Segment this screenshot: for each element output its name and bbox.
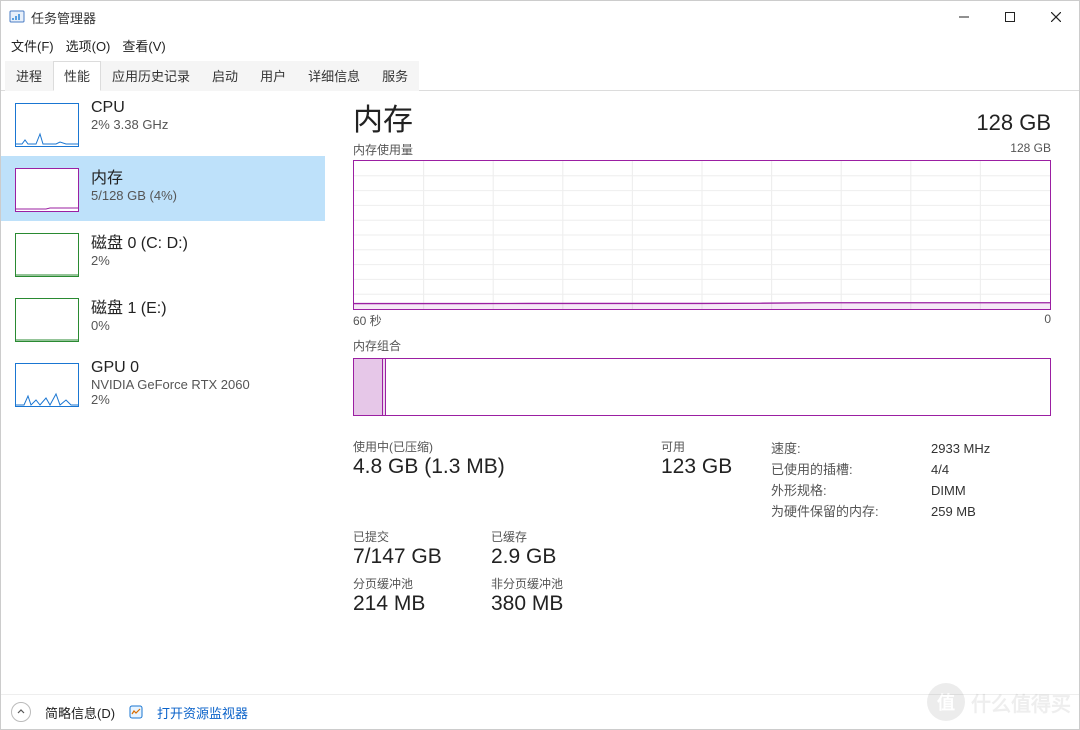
reserved-value: 259 MB xyxy=(931,501,1051,522)
tab-app-history[interactable]: 应用历史记录 xyxy=(101,61,201,91)
tab-startup[interactable]: 启动 xyxy=(201,61,249,91)
usage-chart-max-label: 128 GB xyxy=(1010,141,1051,158)
committed-label: 已提交 xyxy=(353,528,491,545)
detail-pane: 内存 128 GB 内存使用量 128 GB xyxy=(325,91,1079,701)
sidebar-item-label: GPU 0 xyxy=(91,359,250,377)
chevron-up-icon[interactable] xyxy=(11,702,31,722)
menubar: 文件(F) 选项(O) 查看(V) xyxy=(1,33,1079,60)
open-resource-monitor-link[interactable]: 打开资源监视器 xyxy=(157,703,248,722)
performance-sidebar: CPU 2% 3.38 GHz 内存 5/128 GB (4%) 磁盘 xyxy=(1,91,325,701)
menu-view[interactable]: 查看(V) xyxy=(118,35,169,56)
in-use-value: 4.8 GB (1.3 MB) xyxy=(353,455,661,479)
usage-chart-label: 内存使用量 xyxy=(353,141,413,158)
tab-details[interactable]: 详细信息 xyxy=(297,61,371,91)
titlebar: 任务管理器 xyxy=(1,1,1079,33)
in-use-label: 使用中(已压缩) xyxy=(353,438,661,455)
reserved-label: 为硬件保留的内存: xyxy=(771,504,879,519)
sidebar-item-sub: 2% 3.38 GHz xyxy=(91,117,168,132)
tab-processes[interactable]: 进程 xyxy=(5,61,53,91)
disk0-thumb xyxy=(15,233,79,277)
sidebar-item-disk0[interactable]: 磁盘 0 (C: D:) 2% xyxy=(1,221,325,286)
sidebar-item-sub: 0% xyxy=(91,318,167,333)
slots-value: 4/4 xyxy=(931,459,1051,480)
sidebar-item-label: 磁盘 0 (C: D:) xyxy=(91,229,188,253)
memory-thumb xyxy=(15,168,79,212)
minimize-button[interactable] xyxy=(941,1,987,33)
sidebar-item-sub: 2% xyxy=(91,253,188,268)
menu-options[interactable]: 选项(O) xyxy=(62,35,115,56)
gpu0-thumb xyxy=(15,363,79,407)
close-button[interactable] xyxy=(1033,1,1079,33)
form-label: 外形规格: xyxy=(771,483,827,498)
available-label: 可用 xyxy=(661,438,771,455)
paged-label: 分页缓冲池 xyxy=(353,575,491,592)
sidebar-item-label: 内存 xyxy=(91,164,177,188)
window-title: 任务管理器 xyxy=(31,8,96,27)
composition-chart xyxy=(353,358,1051,416)
form-value: DIMM xyxy=(931,480,1051,501)
resource-monitor-icon xyxy=(129,705,143,719)
usage-chart xyxy=(353,160,1051,310)
axis-left: 60 秒 xyxy=(353,312,382,329)
paged-value: 214 MB xyxy=(353,592,491,616)
sidebar-item-label: CPU xyxy=(91,99,168,117)
speed-label: 速度: xyxy=(771,441,801,456)
sidebar-item-cpu[interactable]: CPU 2% 3.38 GHz xyxy=(1,91,325,156)
maximize-button[interactable] xyxy=(987,1,1033,33)
available-value: 123 GB xyxy=(661,455,771,479)
slots-label: 已使用的插槽: xyxy=(771,462,853,477)
speed-value: 2933 MHz xyxy=(931,438,1051,459)
sidebar-item-sub2: 2% xyxy=(91,392,250,407)
sidebar-item-gpu0[interactable]: GPU 0 NVIDIA GeForce RTX 2060 2% xyxy=(1,351,325,416)
committed-value: 7/147 GB xyxy=(353,545,491,569)
app-icon xyxy=(9,9,25,25)
sidebar-item-memory[interactable]: 内存 5/128 GB (4%) xyxy=(1,156,325,221)
tab-users[interactable]: 用户 xyxy=(249,61,297,91)
composition-label: 内存组合 xyxy=(353,337,1051,354)
axis-right: 0 xyxy=(1044,312,1051,329)
nonpaged-value: 380 MB xyxy=(491,592,661,616)
cached-value: 2.9 GB xyxy=(491,545,661,569)
tab-services[interactable]: 服务 xyxy=(371,61,419,91)
menu-file[interactable]: 文件(F) xyxy=(7,35,58,56)
detail-capacity: 128 GB xyxy=(976,110,1051,136)
cpu-thumb xyxy=(15,103,79,147)
cached-label: 已缓存 xyxy=(491,528,661,545)
tab-performance[interactable]: 性能 xyxy=(53,61,101,91)
tabstrip: 进程 性能 应用历史记录 启动 用户 详细信息 服务 xyxy=(1,60,1079,91)
sidebar-item-sub: 5/128 GB (4%) xyxy=(91,188,177,203)
sidebar-item-label: 磁盘 1 (E:) xyxy=(91,294,167,318)
disk1-thumb xyxy=(15,298,79,342)
detail-title: 内存 xyxy=(353,95,413,139)
nonpaged-label: 非分页缓冲池 xyxy=(491,575,661,592)
sidebar-item-sub: NVIDIA GeForce RTX 2060 xyxy=(91,377,250,392)
sidebar-item-disk1[interactable]: 磁盘 1 (E:) 0% xyxy=(1,286,325,351)
footer: 简略信息(D) 打开资源监视器 xyxy=(1,694,1079,729)
fewer-details-link[interactable]: 简略信息(D) xyxy=(45,703,115,722)
